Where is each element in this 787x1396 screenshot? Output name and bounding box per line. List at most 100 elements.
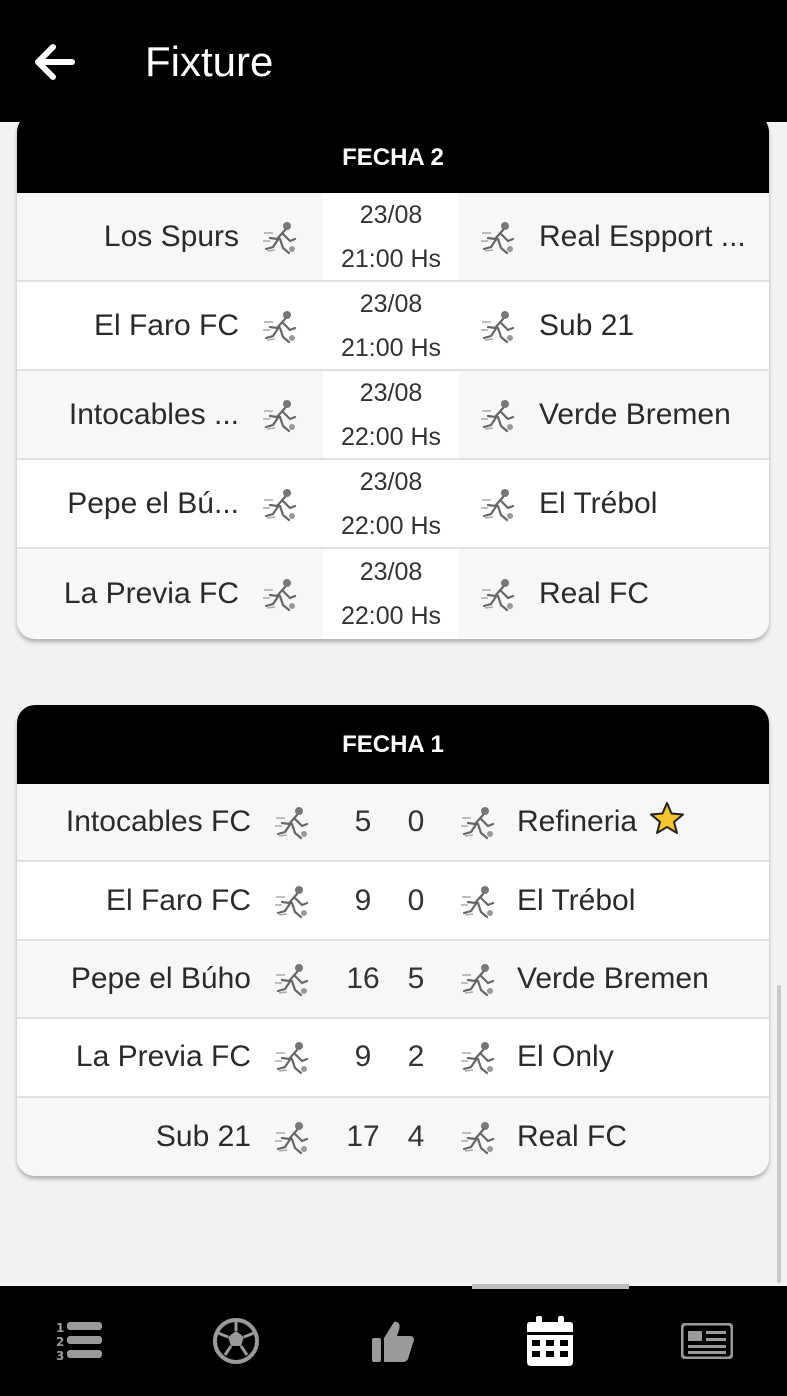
home-team-crest-icon [251, 883, 335, 919]
away-team-crest-icon [441, 1039, 517, 1075]
away-team-name: Sub 21 [539, 308, 635, 342]
nav-news[interactable] [628, 1286, 785, 1396]
home-team-name: Intocables ... [68, 397, 239, 431]
away-score: 5 [407, 961, 425, 995]
home-score: 9 [354, 1040, 372, 1074]
back-button[interactable] [26, 36, 82, 88]
nav-matches[interactable] [157, 1286, 314, 1396]
away-score: 0 [407, 883, 425, 917]
nav-active-indicator [472, 1284, 629, 1289]
away-team-crest-icon [441, 804, 517, 840]
home-team-crest-icon [251, 961, 335, 997]
match-time: 21:00 Hs [340, 333, 442, 362]
away-team-label: Verde Bremen [517, 961, 709, 995]
match-row[interactable]: Intocables ... 23/08 22:00 Hs Verde Bremen [17, 371, 769, 460]
nav-likes[interactable] [314, 1286, 471, 1396]
match-datetime: 23/08 22:00 Hs [323, 460, 459, 547]
away-team-label: El Trébol [517, 883, 636, 917]
scrollbar[interactable] [777, 985, 781, 1283]
away-team-name: El Only [517, 1040, 769, 1074]
home-team-crest-icon [239, 308, 323, 344]
home-team-crest-icon [239, 486, 323, 522]
away-team-crest-icon [459, 308, 539, 344]
home-team-name: Pepe el Bú... [67, 486, 239, 520]
match-datetime: 23/08 22:00 Hs [323, 549, 459, 638]
match-row[interactable]: Pepe el Búho 16 5 Verde Bremen [17, 940, 769, 1020]
home-team-name: Intocables FC [65, 805, 251, 839]
fixture-list[interactable]: FECHA 2 Los Spurs 23/08 21:00 Hs Real Esppo… [0, 122, 787, 1286]
match-time: 21:00 Hs [340, 244, 442, 273]
home-team-crest-icon [251, 804, 335, 840]
away-team-crest-icon [459, 576, 539, 612]
away-team-name: Verde Bremen [539, 397, 731, 431]
home-team-name: El Faro FC [93, 308, 239, 342]
away-team-name: Real FC [539, 576, 650, 610]
match-datetime: 23/08 22:00 Hs [323, 371, 459, 458]
newspaper-icon [680, 1323, 733, 1359]
away-team-crest-icon [459, 397, 539, 433]
home-team-name: El Faro FC [105, 883, 251, 917]
ranking-list-icon: 1 2 3 [56, 1321, 102, 1362]
star-icon[interactable] [649, 801, 685, 843]
match-row[interactable]: El Faro FC 23/08 21:00 Hs Sub 21 [17, 282, 769, 371]
home-score: 16 [346, 961, 380, 995]
home-team-name: La Previa FC [75, 1040, 251, 1074]
home-team-name: Pepe el Búho [70, 961, 251, 995]
match-date: 23/08 [359, 467, 423, 496]
fecha-2-card: FECHA 2 Los Spurs 23/08 21:00 Hs Real Esppo… [17, 122, 769, 639]
arrow-left-icon [35, 44, 75, 80]
match-row[interactable]: La Previa FC 23/08 22:00 Hs Real FC [17, 549, 769, 638]
svg-text:1: 1 [56, 1321, 64, 1335]
svg-text:3: 3 [56, 1349, 64, 1362]
home-team-crest-icon [239, 219, 323, 255]
match-time: 22:00 Hs [340, 511, 442, 540]
away-team-name: Refineria [517, 801, 769, 843]
calendar-icon [526, 1316, 573, 1366]
fecha-1-card: FECHA 1 Intocables FC 5 0 Refineria El Faro … [17, 705, 769, 1176]
home-score: 5 [354, 805, 372, 839]
away-team-crest-icon [459, 486, 539, 522]
away-team-name: El Trébol [539, 486, 658, 520]
home-team-crest-icon [239, 397, 323, 433]
match-row[interactable]: El Faro FC 9 0 El Trébol [17, 862, 769, 941]
app-bar: Fixture [0, 0, 787, 122]
nav-standings[interactable]: 1 2 3 [0, 1286, 157, 1396]
away-team-crest-icon [459, 219, 539, 255]
nav-fixture[interactable] [471, 1286, 628, 1396]
away-score: 4 [407, 1119, 425, 1153]
match-datetime: 23/08 21:00 Hs [323, 282, 459, 369]
away-team-name: Verde Bremen [517, 962, 769, 996]
home-team-crest-icon [239, 576, 323, 612]
match-date: 23/08 [359, 289, 423, 318]
match-date: 23/08 [359, 378, 423, 407]
match-datetime: 23/08 21:00 Hs [323, 193, 459, 280]
home-team-name: La Previa FC [63, 576, 239, 610]
fecha-2-header: FECHA 2 [17, 122, 769, 193]
home-score: 9 [354, 883, 372, 917]
home-team-name: Los Spurs [103, 219, 239, 253]
page-title: Fixture [145, 38, 274, 85]
match-row[interactable]: La Previa FC 9 2 El Only [17, 1019, 769, 1098]
home-team-crest-icon [251, 1039, 335, 1075]
away-team-name: El Trébol [517, 884, 769, 918]
soccer-ball-icon [212, 1318, 259, 1364]
match-row[interactable]: Pepe el Bú... 23/08 22:00 Hs El Trébol [17, 460, 769, 549]
thumbs-up-icon [371, 1321, 414, 1362]
match-date: 23/08 [359, 200, 423, 229]
home-team-name: Sub 21 [155, 1119, 251, 1153]
match-time: 22:00 Hs [340, 422, 442, 451]
match-row[interactable]: Sub 21 17 4 Real FC [17, 1097, 769, 1176]
away-team-label: Real FC [517, 1119, 628, 1153]
away-team-crest-icon [441, 961, 517, 997]
match-time: 22:00 Hs [340, 601, 442, 630]
fecha-1-header: FECHA 1 [17, 705, 769, 784]
match-row[interactable]: Intocables FC 5 0 Refineria [17, 784, 769, 863]
match-row[interactable]: Los Spurs 23/08 21:00 Hs Real Espport ... [17, 193, 769, 282]
match-date: 23/08 [359, 557, 423, 586]
away-team-crest-icon [441, 1119, 517, 1155]
home-score: 17 [346, 1119, 380, 1153]
home-team-crest-icon [251, 1119, 335, 1155]
away-team-name: Real Espport ... [539, 219, 746, 253]
away-team-label: El Only [517, 1040, 614, 1074]
svg-text:2: 2 [56, 1335, 64, 1349]
